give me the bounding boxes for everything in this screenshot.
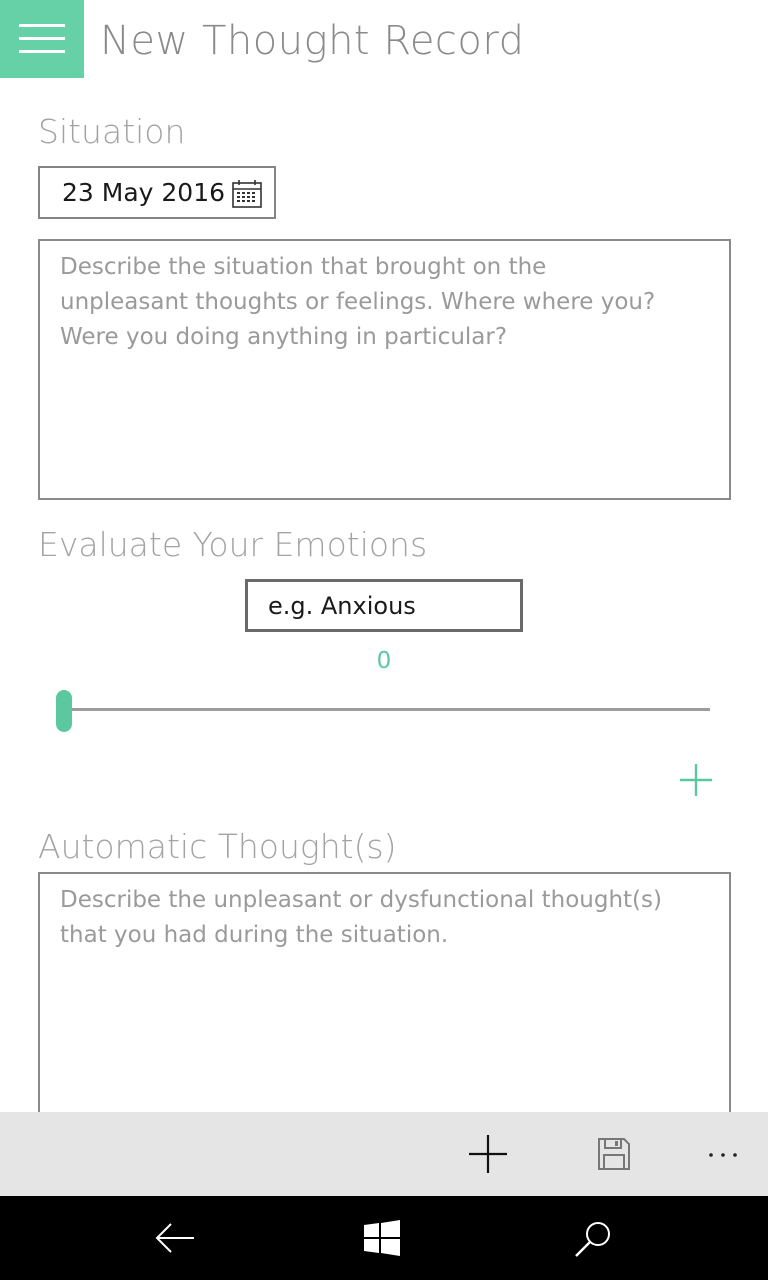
situation-heading: Situation bbox=[38, 112, 186, 151]
automatic-thoughts-placeholder: Describe the unpleasant or dysfunctional… bbox=[60, 887, 662, 948]
save-icon[interactable] bbox=[596, 1136, 632, 1172]
hamburger-menu-icon bbox=[19, 24, 65, 54]
emotion-input[interactable]: e.g. Anxious bbox=[245, 579, 523, 632]
situation-placeholder: Describe the situation that brought on t… bbox=[60, 254, 656, 350]
windows-start-icon[interactable] bbox=[364, 1220, 400, 1256]
add-emotion-plus-icon[interactable] bbox=[678, 762, 714, 798]
back-arrow-icon[interactable] bbox=[154, 1222, 196, 1254]
command-bar bbox=[0, 1112, 768, 1196]
intensity-slider-track[interactable] bbox=[64, 708, 710, 711]
date-picker[interactable]: 23 May 2016 bbox=[38, 166, 276, 219]
slider-value: 0 bbox=[376, 648, 392, 674]
add-icon[interactable] bbox=[468, 1134, 508, 1174]
more-icon[interactable] bbox=[706, 1144, 740, 1164]
emotions-heading: Evaluate Your Emotions bbox=[38, 525, 428, 564]
automatic-thoughts-textarea[interactable]: Describe the unpleasant or dysfunctional… bbox=[38, 872, 731, 1132]
situation-textarea[interactable]: Describe the situation that brought on t… bbox=[38, 239, 731, 500]
calendar-icon bbox=[232, 180, 262, 208]
intensity-slider-thumb[interactable] bbox=[56, 690, 72, 732]
emotion-placeholder: e.g. Anxious bbox=[268, 591, 416, 620]
page-title: New Thought Record bbox=[100, 18, 525, 64]
hamburger-menu-button[interactable] bbox=[0, 0, 84, 78]
date-value: 23 May 2016 bbox=[62, 178, 226, 207]
automatic-thoughts-heading: Automatic Thought(s) bbox=[38, 827, 397, 866]
search-icon[interactable] bbox=[572, 1218, 614, 1260]
